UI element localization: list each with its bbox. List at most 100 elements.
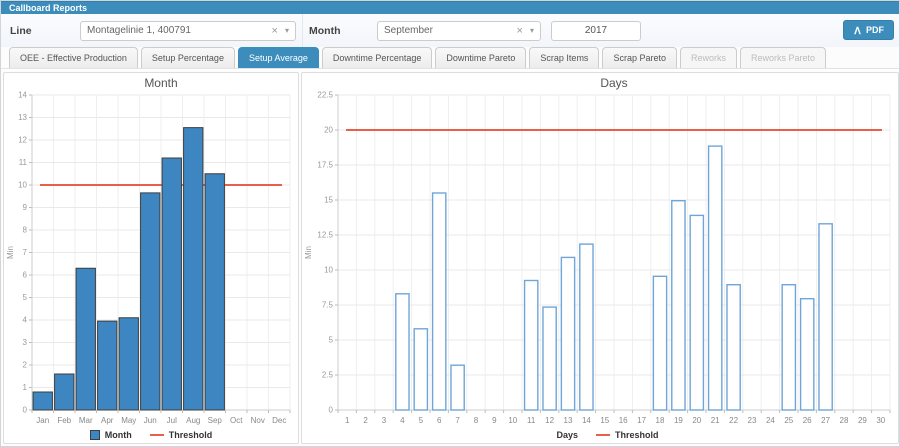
x-tick-label: 28 [840,416,849,425]
threshold-line-swatch [150,434,164,436]
bar-Sep[interactable] [205,174,224,410]
threshold-line-swatch [596,434,610,436]
bar-Jul[interactable] [162,158,181,410]
y-tick-label: 1 [23,383,28,392]
year-input[interactable] [551,21,641,41]
bar-27[interactable] [819,224,832,410]
tab-setup-average[interactable]: Setup Average [238,47,319,68]
x-tick-label: Aug [186,416,200,425]
y-tick-label: 17.5 [317,161,333,170]
legend-threshold-label: Threshold [615,430,659,440]
bar-26[interactable] [801,299,814,410]
y-tick-label: 5 [23,293,28,302]
x-tick-label: 13 [564,416,573,425]
bars [33,128,224,410]
legend-item-threshold[interactable]: Threshold [596,430,659,440]
clear-icon[interactable]: × [272,25,278,37]
tab-downtime-percentage[interactable]: Downtime Percentage [322,47,433,68]
days-chart-panel: Days02.557.51012.51517.52022.51234567891… [301,72,899,444]
legend-item-series[interactable]: Month [90,430,132,440]
legend-item-series[interactable]: Days [541,430,578,440]
bar-7[interactable] [451,365,464,410]
x-tick-label: May [121,416,136,425]
bar-Apr[interactable] [98,321,117,410]
y-tick-label: 12 [18,136,27,145]
legend-threshold-label: Threshold [169,430,213,440]
x-tick-label: 30 [876,416,885,425]
legend-item-threshold[interactable]: Threshold [150,430,213,440]
bar-25[interactable] [782,285,795,410]
bar-5[interactable] [414,329,427,410]
x-tick-label: Oct [230,416,243,425]
x-tick-label: 16 [619,416,628,425]
bar-13[interactable] [561,257,574,410]
x-tick-label: 19 [674,416,683,425]
tab-scrap-pareto[interactable]: Scrap Pareto [602,47,677,68]
bar-May[interactable] [119,318,138,410]
x-tick-label: 12 [545,416,554,425]
month-chart-legend: Month Threshold [4,430,298,440]
line-select-value: Montagelinie 1, 400791 [87,25,272,36]
x-tick-label: 3 [382,416,387,425]
y-tick-label: 10 [18,181,27,190]
tab-reworks: Reworks [680,47,737,68]
line-label: Line [10,25,80,37]
tab-setup-percentage[interactable]: Setup Percentage [141,47,235,68]
chevron-down-icon[interactable]: ▾ [530,26,534,35]
tab-oee-effective-production[interactable]: OEE - Effective Production [9,47,138,68]
x-tick-label: Nov [251,416,265,425]
bar-20[interactable] [690,215,703,410]
bar-Aug[interactable] [184,128,203,410]
bar-6[interactable] [433,193,446,410]
y-tick-label: 2 [23,361,28,370]
bar-Feb[interactable] [55,374,74,410]
series-swatch [90,430,100,440]
tab-scrap-items[interactable]: Scrap Items [529,47,599,68]
x-tick-label: 15 [600,416,609,425]
x-tick-label: Feb [57,416,71,425]
filter-toolbar: Line Montagelinie 1, 400791 × ▾ Month Se… [1,14,899,47]
x-tick-label: Sep [208,416,223,425]
month-field-group: Month September × ▾ [303,14,641,47]
clear-icon[interactable]: × [517,25,523,37]
legend-series-label: Days [556,430,578,440]
x-tick-label: 4 [400,416,405,425]
x-tick-label: 1 [345,416,350,425]
bar-21[interactable] [709,146,722,410]
line-select[interactable]: Montagelinie 1, 400791 × ▾ [80,21,296,41]
bar-22[interactable] [727,285,740,410]
month-select[interactable]: September × ▾ [377,21,541,41]
app-window: Callboard Reports Line Montagelinie 1, 4… [0,0,900,447]
bar-4[interactable] [396,294,409,410]
bar-14[interactable] [580,244,593,410]
x-tick-label: Jan [36,416,49,425]
bar-Jan[interactable] [33,392,52,410]
bar-Mar[interactable] [76,268,95,410]
x-tick-label: Apr [101,416,114,425]
page-title-bar: Callboard Reports [1,1,899,14]
x-tick-label: 20 [692,416,701,425]
x-tick-label: 24 [766,416,775,425]
chevron-down-icon[interactable]: ▾ [285,26,289,35]
x-tick-label: 14 [582,416,591,425]
y-tick-label: 0 [23,406,28,415]
y-tick-label: 8 [23,226,28,235]
bar-18[interactable] [653,276,666,410]
bar-11[interactable] [525,281,538,411]
y-tick-label: 22.5 [317,91,333,100]
pdf-button[interactable]: PDF [843,20,894,40]
series-swatch [541,430,551,440]
x-tick-label: 2 [363,416,368,425]
y-tick-label: 20 [324,126,333,135]
tab-downtime-pareto[interactable]: Downtime Pareto [435,47,526,68]
y-axis-title: Min [6,246,15,259]
bar-Jun[interactable] [141,193,160,410]
x-tick-label: Dec [272,416,286,425]
x-tick-label: 9 [492,416,497,425]
bar-19[interactable] [672,201,685,410]
y-tick-label: 14 [18,91,27,100]
page-title: Callboard Reports [9,3,87,13]
bar-12[interactable] [543,307,556,410]
y-tick-label: 10 [324,266,333,275]
x-tick-label: 5 [419,416,424,425]
